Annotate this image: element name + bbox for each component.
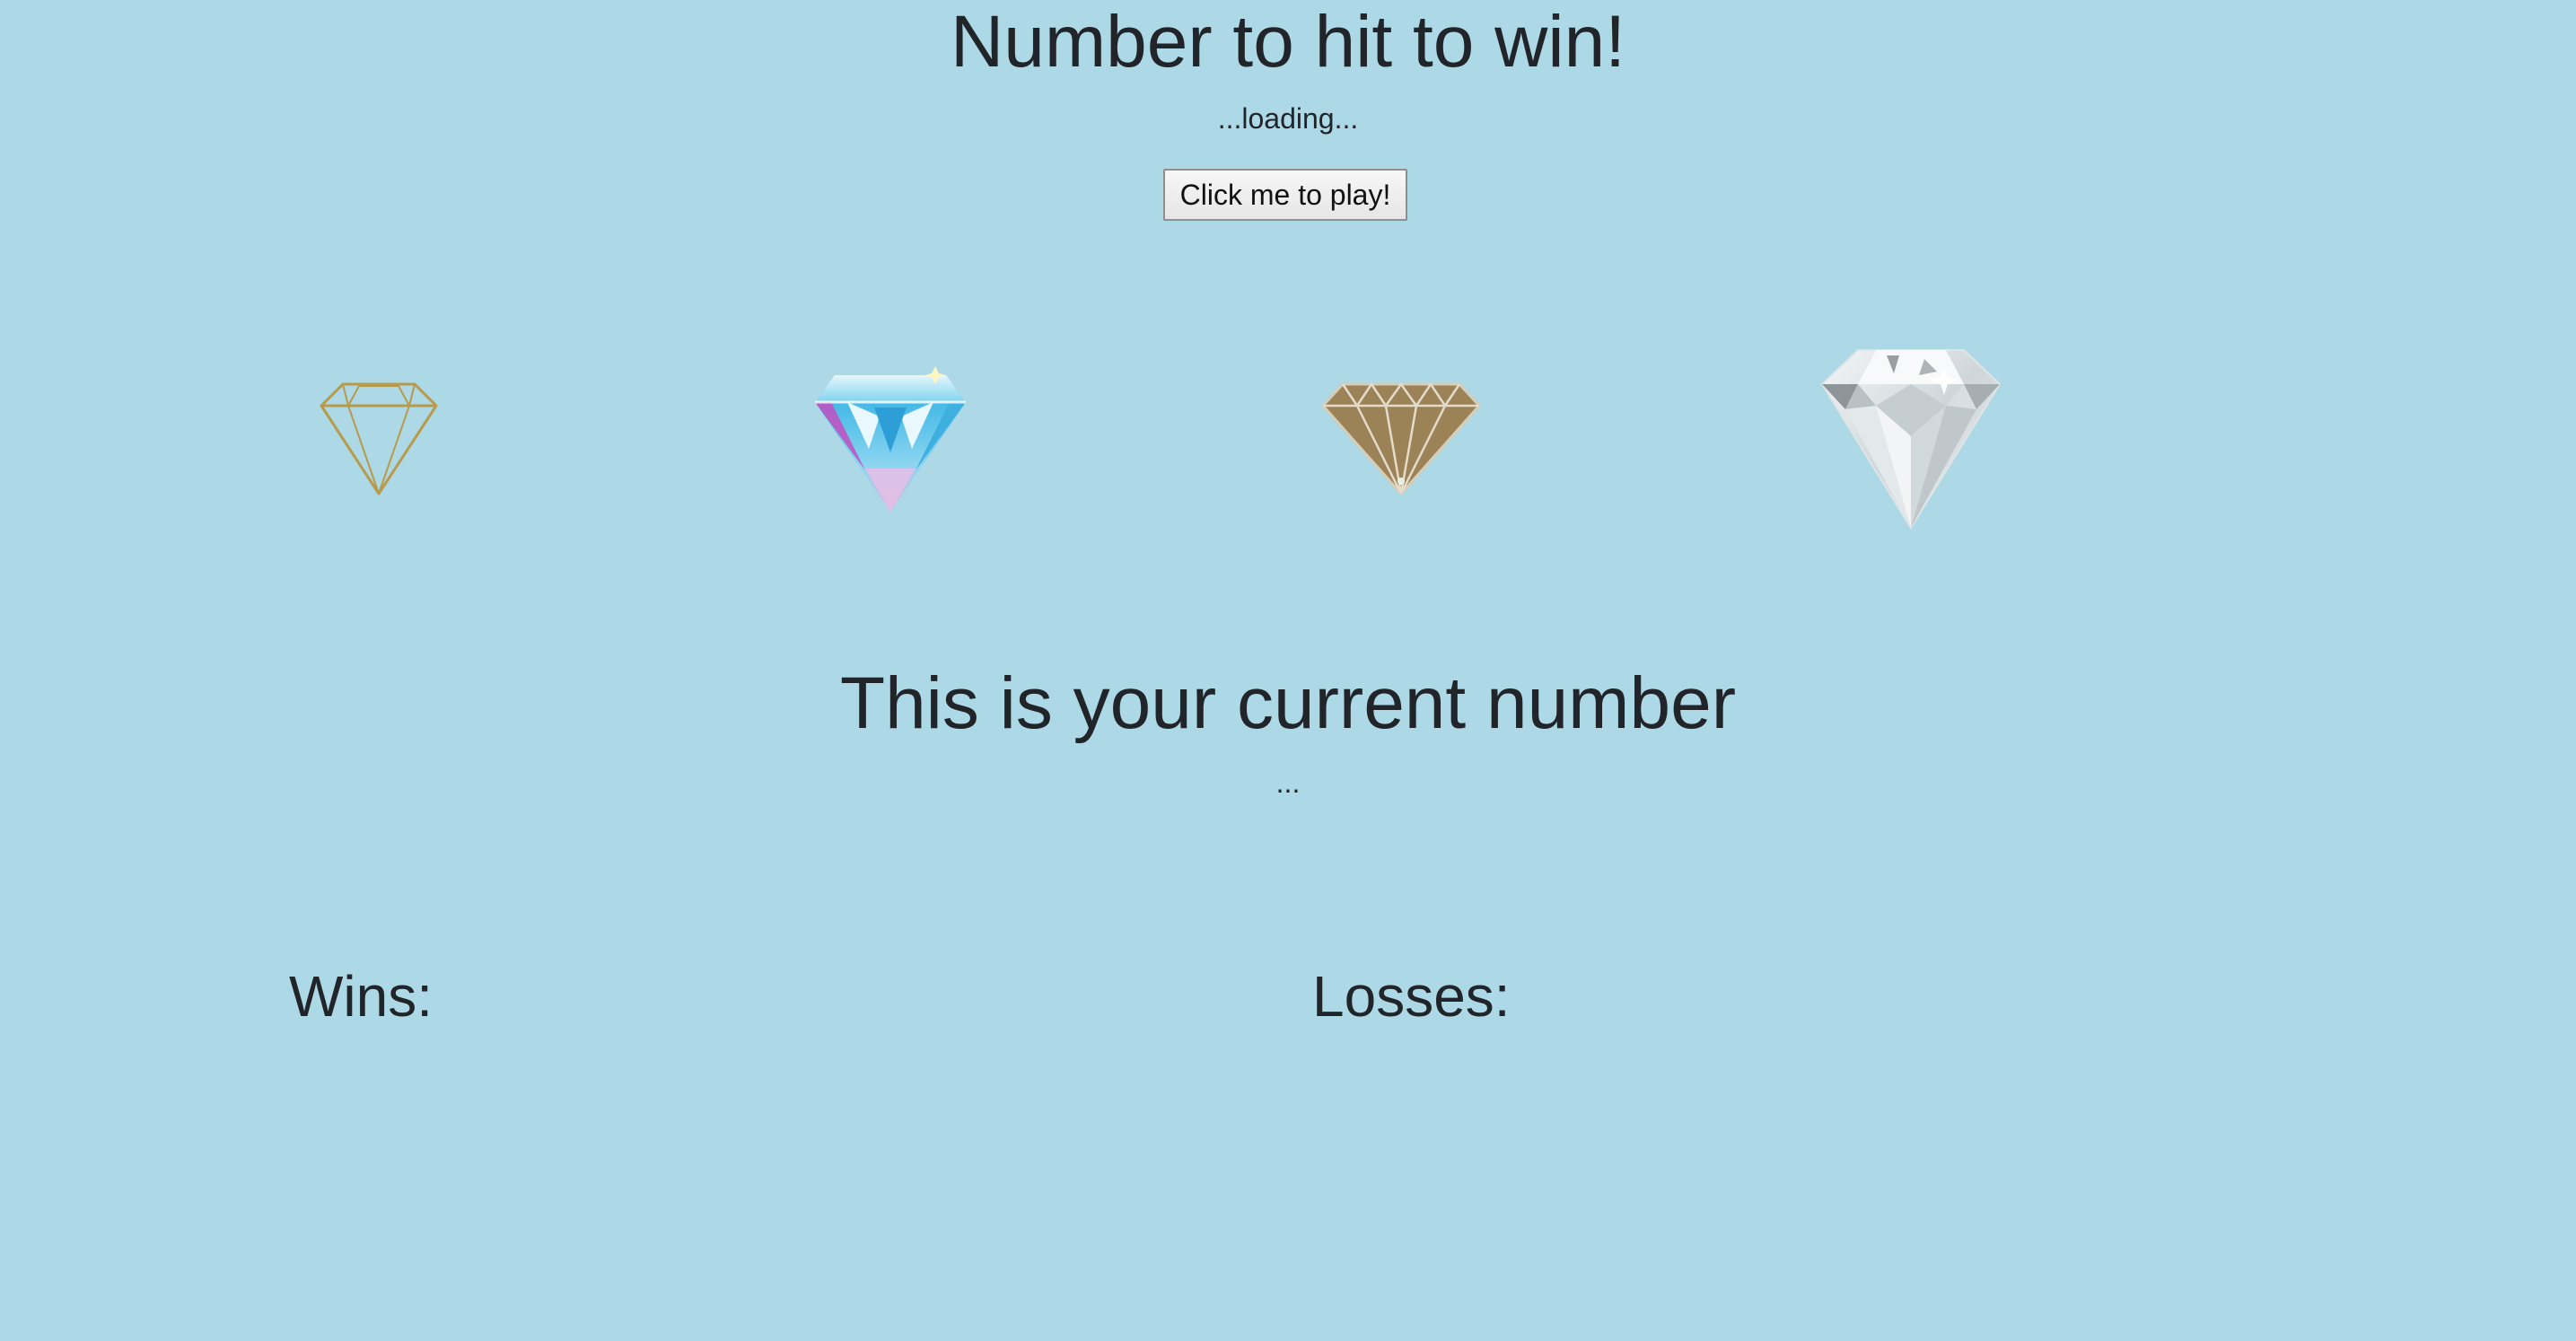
blue-crystal-diamond-icon[interactable]: [811, 363, 969, 515]
current-number-title: This is your current number: [839, 662, 1736, 744]
gold-outline-diamond-icon[interactable]: [320, 381, 438, 497]
target-number: ...loading...: [1217, 102, 1359, 135]
wins-label: Wins:: [289, 964, 433, 1029]
bronze-diamond-icon[interactable]: [1321, 381, 1481, 497]
play-button[interactable]: Click me to play!: [1163, 169, 1407, 221]
white-diamond-icon[interactable]: [1818, 346, 2003, 531]
current-number-value: ...: [1275, 767, 1301, 799]
losses-label: Losses:: [1312, 964, 1511, 1029]
page-title: Number to hit to win!: [951, 1, 1625, 83]
